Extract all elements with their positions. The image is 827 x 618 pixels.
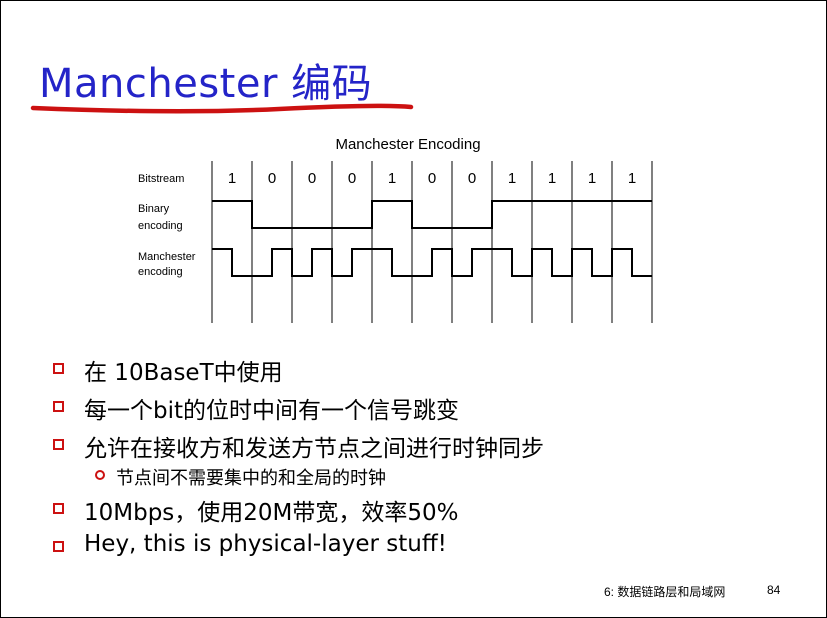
bit-value: 0: [308, 170, 316, 187]
sub-bullet-marker-icon: [95, 470, 105, 480]
bit-value: 1: [228, 170, 236, 187]
bit-value: 1: [628, 170, 636, 187]
bit-value: 1: [388, 170, 396, 187]
bullet-marker-icon: [53, 401, 64, 412]
bullet-text: 允许在接收方和发送方节点之间进行时钟同步: [84, 436, 544, 462]
bullet-text: 每一个bit的位时中间有一个信号跳变: [84, 398, 460, 424]
manchester-diagram: Manchester Encoding Bitstream Binary enc…: [138, 136, 653, 323]
manchester-label-line2: encoding: [138, 266, 183, 278]
bullet-text: Hey, this is physical-layer stuff!: [84, 531, 447, 557]
bit-values: 1 0 0 0 1 0 0 1 1 1 1: [228, 170, 636, 187]
bullet-marker-icon: [53, 363, 64, 374]
bit-value: 1: [588, 170, 596, 187]
bit-value: 1: [548, 170, 556, 187]
binary-label-line1: Binary: [138, 203, 170, 215]
bullet-marker-icon: [53, 439, 64, 450]
bitstream-label: Bitstream: [138, 173, 184, 185]
diagram-heading: Manchester Encoding: [335, 136, 480, 153]
binary-label-line2: encoding: [138, 220, 183, 232]
bullet-marker-icon: [53, 541, 64, 552]
bit-value: 0: [348, 170, 356, 187]
bullet-text: 在 10BaseT中使用: [84, 360, 283, 386]
manchester-label-line1: Manchester: [138, 251, 196, 263]
bullet-text: 10Mbps，使用20M带宽，效率50%: [84, 500, 459, 526]
slide: Manchester 编码 Manchester Encoding Bitstr…: [0, 0, 827, 618]
bullet-marker-icon: [53, 503, 64, 514]
bit-value: 0: [268, 170, 276, 187]
binary-waveform: [212, 200, 652, 229]
footer-chapter: 6: 数据链路层和局域网: [604, 585, 726, 599]
manchester-waveform: [212, 248, 652, 277]
bit-value: 0: [428, 170, 436, 187]
bit-value: 0: [468, 170, 476, 187]
page-number: 84: [767, 583, 781, 597]
sub-bullet-text: 节点间不需要集中的和全局的时钟: [116, 468, 386, 489]
bit-value: 1: [508, 170, 516, 187]
